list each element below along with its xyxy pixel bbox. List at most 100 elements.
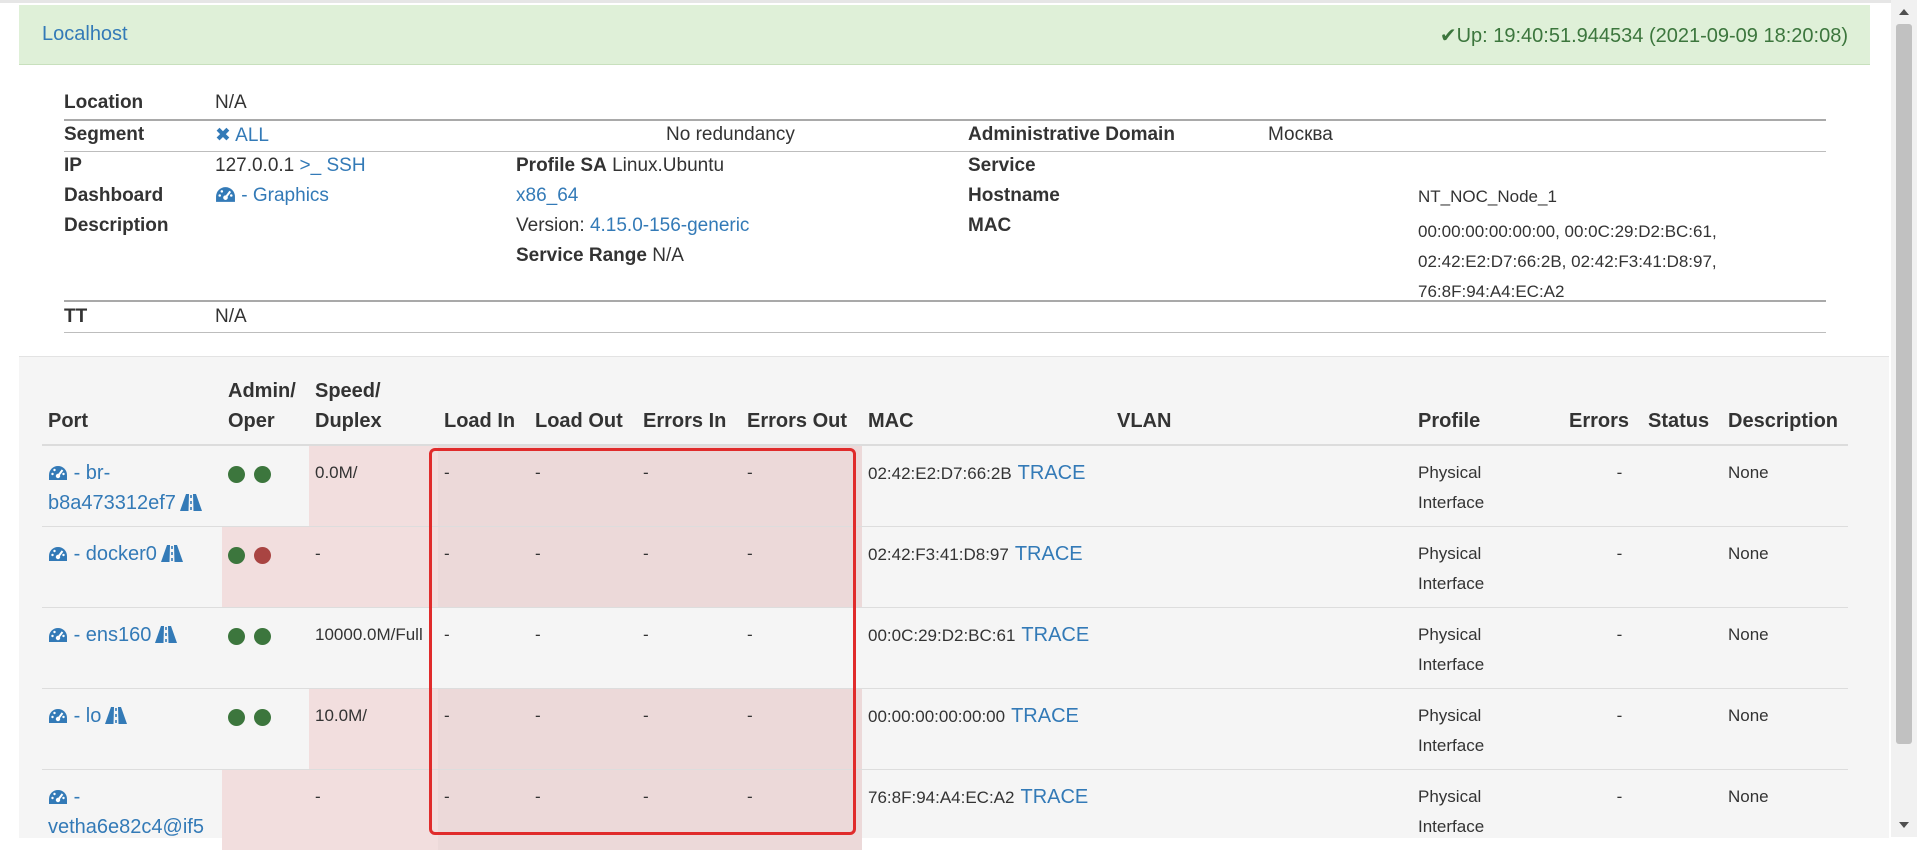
port-name: - lo: [74, 705, 102, 727]
segment-link[interactable]: ✖ ALL: [215, 124, 269, 147]
admin-domain-value: Москва: [1268, 124, 1333, 146]
road-icon-link[interactable]: [157, 544, 183, 564]
errors-cell: -: [1563, 445, 1642, 527]
object-title-link[interactable]: Localhost: [42, 23, 128, 46]
errors-out-cell: -: [741, 689, 862, 770]
port-link[interactable]: - lo: [48, 705, 101, 727]
load-out-cell: -: [529, 527, 637, 608]
description-cell: None: [1722, 689, 1848, 770]
vlan-cell: [1111, 608, 1412, 689]
col-load-out[interactable]: Load Out: [529, 372, 637, 445]
profile-line: Physical: [1418, 463, 1481, 482]
trace-link[interactable]: TRACE: [1011, 705, 1079, 727]
col-admin-oper[interactable]: Admin/Oper: [222, 372, 309, 445]
port-name: -: [74, 786, 81, 808]
trace-link[interactable]: TRACE: [1015, 543, 1083, 565]
tt-label: TT: [64, 306, 87, 328]
version: Version: 4.15.0-156-generic: [516, 215, 749, 237]
load-out-cell: -: [529, 770, 637, 850]
vlan-cell: [1111, 689, 1412, 770]
service-range-label: Service Range: [516, 245, 647, 266]
load-in-cell: -: [438, 689, 529, 770]
admin-oper-cell: [222, 445, 309, 527]
col-profile[interactable]: Profile: [1412, 372, 1563, 445]
profile-line: Interface: [1418, 574, 1484, 593]
load-out-cell: -: [529, 608, 637, 689]
errors-out-cell: -: [741, 527, 862, 608]
errors-out-cell: -: [741, 445, 862, 527]
profile-line: Physical: [1418, 625, 1481, 644]
port-link[interactable]: -vetha6e82c4@if5: [48, 786, 204, 838]
col-vlan[interactable]: VLAN: [1111, 372, 1412, 445]
oper-status-dot: [254, 547, 271, 564]
service-range: Service Range N/A: [516, 245, 684, 267]
platform-link[interactable]: x86_64: [516, 185, 578, 207]
errors-out-cell: -: [741, 608, 862, 689]
speed-cell: -: [309, 527, 438, 608]
col-port[interactable]: Port: [42, 372, 222, 445]
scroll-up-arrow-icon[interactable]: [1899, 9, 1909, 15]
trace-link[interactable]: TRACE: [1018, 462, 1086, 484]
mac-list: 00:00:00:00:00:00, 00:0C:29:D2:BC:61, 02…: [1418, 217, 1717, 307]
speed-cell: -: [309, 770, 438, 850]
table-row: - br-b8a473312ef70.0M/----02:42:E2:D7:66…: [42, 445, 1848, 527]
admin-oper-cell: [222, 527, 309, 608]
dashboard-icon: [215, 186, 236, 203]
col-errors[interactable]: Errors: [1563, 372, 1642, 445]
profile-cell: PhysicalInterface: [1412, 527, 1563, 608]
ip-value: 127.0.0.1: [215, 155, 294, 176]
load-in-cell: -: [438, 445, 529, 527]
scrollbar-thumb[interactable]: [1896, 24, 1912, 744]
dashboard-icon: [48, 627, 68, 643]
description-cell: None: [1722, 527, 1848, 608]
trace-link[interactable]: TRACE: [1020, 786, 1088, 808]
load-out-cell: -: [529, 689, 637, 770]
col-mac[interactable]: MAC: [862, 372, 1111, 445]
ssh-link[interactable]: >_ SSH: [300, 155, 366, 176]
road-icon: [105, 707, 127, 724]
col-description[interactable]: Description: [1722, 372, 1848, 445]
port-name: - docker0: [74, 543, 157, 565]
col-errors-in[interactable]: Errors In: [637, 372, 741, 445]
hostname-label: Hostname: [968, 185, 1060, 207]
profile-cell: PhysicalInterface: [1412, 689, 1563, 770]
col-speed-duplex[interactable]: Speed/Duplex: [309, 372, 438, 445]
profile-sa: Profile SA Linux.Ubuntu: [516, 155, 724, 177]
status-cell: [1642, 770, 1722, 850]
mac-value: 02:42:E2:D7:66:2B: [868, 464, 1012, 483]
admin-status-dot: [228, 709, 245, 726]
port-link[interactable]: - ens160: [48, 624, 151, 646]
table-row: -vetha6e82c4@if5-----76:8F:94:A4:EC:A2TR…: [42, 770, 1848, 850]
errors-in-cell: -: [637, 445, 741, 527]
segment-value: ALL: [235, 125, 269, 146]
scrollbar[interactable]: [1891, 0, 1917, 837]
errors-cell: -: [1563, 689, 1642, 770]
admin-oper-cell: [222, 689, 309, 770]
col-status[interactable]: Status: [1642, 372, 1722, 445]
port-link[interactable]: - br-b8a473312ef7: [48, 462, 176, 514]
divider: [64, 119, 1826, 121]
profile-line: Interface: [1418, 736, 1484, 755]
graphics-link[interactable]: - Graphics: [215, 185, 329, 207]
road-icon-link[interactable]: [151, 625, 177, 645]
road-icon-link[interactable]: [176, 493, 202, 513]
dashboard-icon: [48, 465, 68, 481]
version-link[interactable]: 4.15.0-156-generic: [590, 215, 750, 236]
port-name: - ens160: [74, 624, 152, 646]
profile-line: Interface: [1418, 655, 1484, 674]
status-cell: [1642, 445, 1722, 527]
table-row: - ens16010000.0M/Full----00:0C:29:D2:BC:…: [42, 608, 1848, 689]
profile-line: Interface: [1418, 817, 1484, 836]
speed-cell: 10.0M/: [309, 689, 438, 770]
port-link[interactable]: - docker0: [48, 543, 157, 565]
uptime-text: Up: 19:40:51.944534 (2021-09-09 18:20:08…: [1457, 25, 1848, 47]
col-errors-out[interactable]: Errors Out: [741, 372, 862, 445]
profile-line: Interface: [1418, 493, 1484, 512]
col-load-in[interactable]: Load In: [438, 372, 529, 445]
trace-link[interactable]: TRACE: [1021, 624, 1089, 646]
description-cell: None: [1722, 770, 1848, 850]
road-icon: [155, 626, 177, 643]
scroll-down-arrow-icon[interactable]: [1899, 822, 1909, 828]
road-icon-link[interactable]: [101, 706, 127, 726]
description-cell: None: [1722, 608, 1848, 689]
